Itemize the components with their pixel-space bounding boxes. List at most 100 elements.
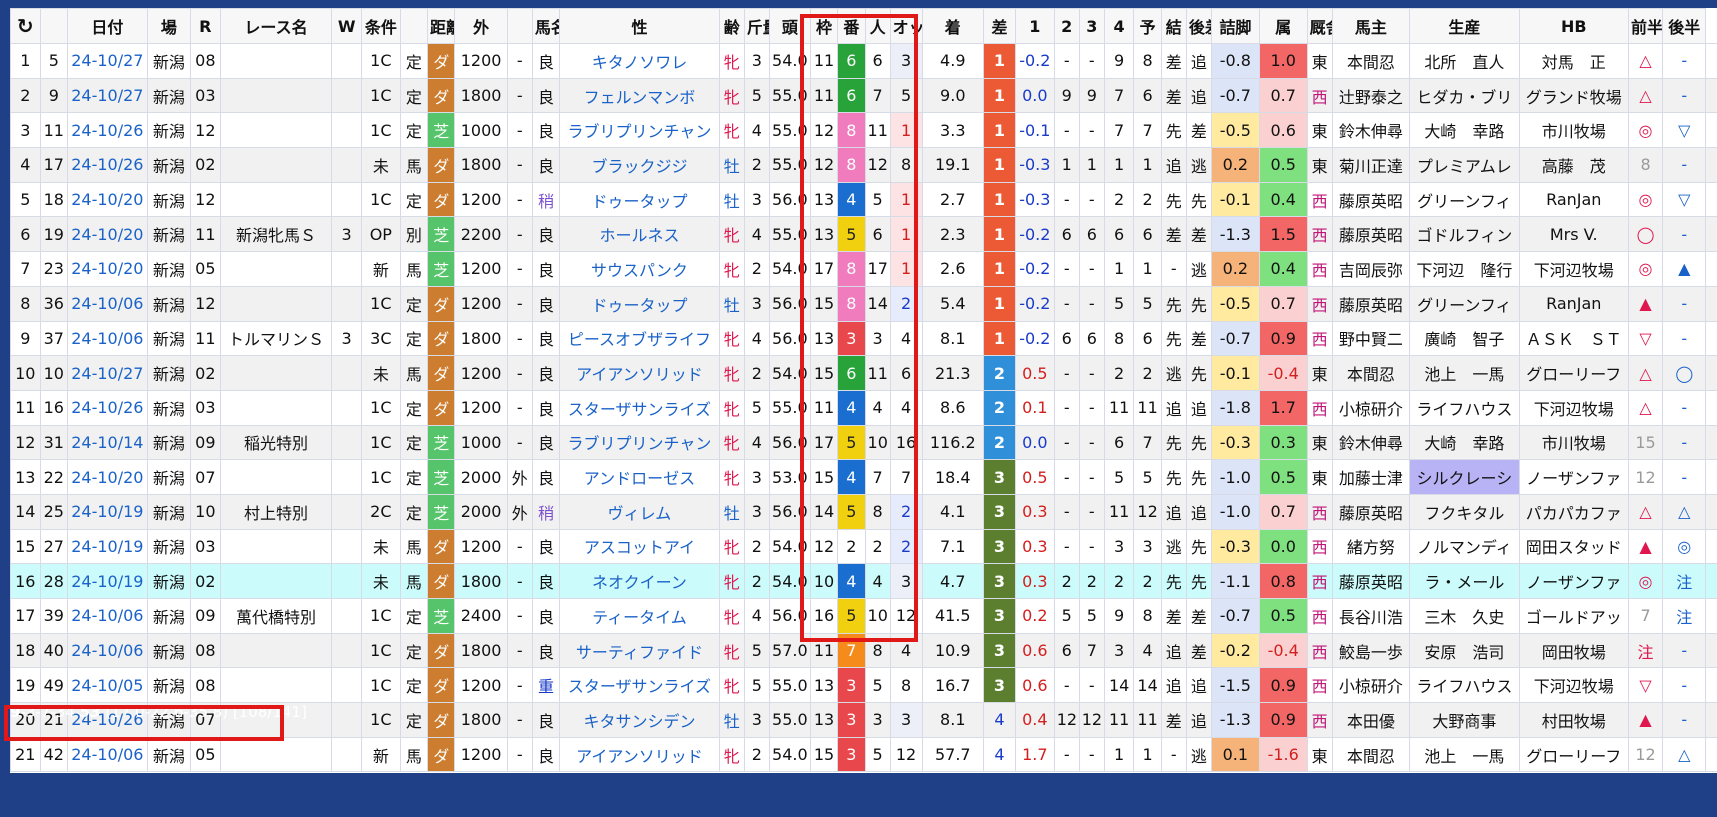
- header-pop: オッズ: [889, 8, 923, 44]
- table-row[interactable]: 19 49 24-10/05 新潟 08 1C 定ダ 1200- 重スターザサンライズ牝 5 55.…: [10, 667, 1717, 704]
- cell-horse[interactable]: ヴィレム: [559, 493, 720, 530]
- cell-result: 追: [1185, 389, 1212, 426]
- refresh-icon[interactable]: ↻: [10, 8, 41, 44]
- table-row[interactable]: 16 28 24-10/19 新潟 02 未馬ダ 1800- 良ネオクイーン牝 2 54.0 10 4…: [10, 563, 1717, 599]
- cell-date[interactable]: 24-10/26: [66, 389, 148, 426]
- cell-date[interactable]: 24-10/20: [66, 181, 148, 218]
- cell-c4: 3: [1133, 528, 1162, 565]
- highlight-status-box: [4, 705, 284, 741]
- cell-horse[interactable]: スターザサンライズ: [559, 389, 720, 426]
- table-row[interactable]: 8 36 24-10/06 新潟 12 1C 定ダ 1200- 良ドゥータップ牡 3 56.0 15 8…: [10, 285, 1717, 322]
- cell-region: 西: [1306, 667, 1333, 704]
- cell-date[interactable]: 24-10/06: [66, 320, 148, 357]
- cell-date[interactable]: 24-10/05: [66, 667, 148, 704]
- cell-result: 追: [1185, 702, 1212, 738]
- cell-date[interactable]: 24-10/20: [66, 251, 148, 287]
- cell-lag: -0.5: [1210, 285, 1260, 322]
- table-row[interactable]: 12 31 24-10/14 新潟 09 稲光特別 1C 定芝 1000- 良ラブリプリンチャン牝…: [10, 424, 1717, 461]
- cell-horse[interactable]: ドゥータップ: [559, 285, 720, 322]
- cell-date[interactable]: 24-10/26: [66, 112, 148, 149]
- cell-second-half: -: [1705, 424, 1717, 461]
- cell-owner: フクキタル: [1409, 493, 1520, 530]
- cell-result: 先: [1185, 181, 1212, 218]
- cell-surface: 芝: [427, 459, 456, 495]
- cell-outer: -: [506, 320, 533, 357]
- cell-horse[interactable]: ラブリプリンチャン: [559, 424, 720, 461]
- table-row[interactable]: 10 10 24-10/27 新潟 02 未馬ダ 1200- 良アイアンソリッド牝 2 54.0 1…: [10, 355, 1717, 391]
- cell-result: 追: [1185, 43, 1212, 79]
- cell-date[interactable]: 24-10/06: [66, 285, 148, 322]
- cell-ground: 良: [531, 632, 561, 669]
- table-row[interactable]: 17 39 24-10/06 新潟 09 萬代橋特別 1C 定芝 2400- 良ティータイム牝 4 5…: [10, 598, 1717, 634]
- cell-date[interactable]: 24-10/19: [66, 528, 148, 565]
- table-row[interactable]: 21 42 24-10/06 新潟 05 新馬ダ 1200- 良アイアンソリッド牝 2 54.0 1…: [10, 736, 1717, 773]
- cell-ground: 良: [531, 702, 561, 738]
- cell-owner: 北所 直人: [1409, 43, 1520, 79]
- table-row[interactable]: 1 5 24-10/27 新潟 08 1C 定ダ 1200- 良キタノソワレ牝 3 54.0 11 6 6…: [10, 43, 1717, 79]
- cell-date[interactable]: 24-10/06: [66, 736, 148, 773]
- cell-date[interactable]: 24-10/27: [66, 43, 148, 79]
- cell-c1: -: [1053, 112, 1080, 149]
- cell-date[interactable]: 24-10/14: [66, 424, 148, 461]
- table-row[interactable]: 4 17 24-10/26 新潟 02 未馬ダ 1800- 良ブラックジジ牡 2 55.0 12 8 1…: [10, 147, 1717, 183]
- cell-horse[interactable]: アンドローゼス: [559, 459, 720, 495]
- cell-race-num: 08: [190, 667, 221, 704]
- cell-pred: 差: [1160, 702, 1187, 738]
- cell-horse[interactable]: ネオクイーン: [559, 563, 720, 599]
- table-row[interactable]: 13 22 24-10/20 新潟 07 1C 定芝 2000 外良アンドローゼス牝 3 53.0 1…: [10, 459, 1717, 495]
- cell-c4: 4: [1133, 632, 1162, 669]
- header-race-name: レース名: [219, 8, 333, 44]
- table-row[interactable]: 14 25 24-10/19 新潟 10 村上特別 2C 定芝 2000 外稍ヴィレム牡 3 56.0…: [10, 493, 1717, 530]
- cell-margin: -0.2: [1014, 43, 1055, 79]
- cell-horse[interactable]: ピースオブザライフ: [559, 320, 720, 357]
- cell-date[interactable]: 24-10/06: [66, 598, 148, 634]
- cell-date[interactable]: 24-10/19: [66, 493, 148, 530]
- cell-date[interactable]: 24-10/26: [66, 147, 148, 183]
- cell-date[interactable]: 24-10/27: [66, 77, 148, 114]
- cell-horse[interactable]: アスコットアイ: [559, 528, 720, 565]
- table-row[interactable]: 9 37 24-10/06 新潟 11 トルマリンＳ 3 3C 定ダ 1800- 良ピースオブザライ…: [10, 320, 1717, 357]
- cell-horse[interactable]: ラブリプリンチャン: [559, 112, 720, 149]
- cell-horse[interactable]: ホールネス: [559, 216, 720, 253]
- cell-sex: 牡: [718, 147, 745, 183]
- header-weight: W: [331, 8, 362, 44]
- cell-date[interactable]: 24-10/06: [66, 632, 148, 669]
- cell-date[interactable]: 24-10/19: [66, 563, 148, 599]
- cell-date[interactable]: 24-10/20: [66, 216, 148, 253]
- cell-field: 11: [809, 43, 839, 79]
- cell-horse[interactable]: ティータイム: [559, 598, 720, 634]
- cell-c3: 2: [1103, 181, 1135, 218]
- table-row[interactable]: 6 19 24-10/20 新潟 11 新潟牝馬Ｓ 3 OP 別芝 2200- 良ホールネス牝 4 55…: [10, 216, 1717, 253]
- cell-horse[interactable]: キタサンシデン: [559, 702, 720, 738]
- cell-num: 10: [864, 424, 891, 461]
- cell-c1: 1: [1053, 147, 1080, 183]
- cell-owner: ライフハウス: [1409, 667, 1520, 704]
- cell-date[interactable]: 24-10/27: [66, 355, 148, 391]
- cell-horse[interactable]: アイアンソリッド: [559, 736, 720, 773]
- cell-surface: 芝: [427, 216, 456, 253]
- cell-distance: 1200: [454, 528, 508, 565]
- table-row[interactable]: 7 23 24-10/20 新潟 05 新馬芝 1200- 良サウスパンク牝 2 54.0 17 8 1…: [10, 251, 1717, 287]
- cell-horse[interactable]: キタノソワレ: [559, 43, 720, 79]
- cell-weight: 3: [331, 320, 362, 357]
- cell-c2: -: [1078, 493, 1105, 530]
- cell-pop: 2: [889, 493, 923, 530]
- cell-horse[interactable]: ブラックジジ: [559, 147, 720, 183]
- cell-horse[interactable]: ドゥータップ: [559, 181, 720, 218]
- cell-horse[interactable]: アイアンソリッド: [559, 355, 720, 391]
- cell-pred: 追: [1160, 632, 1187, 669]
- cell-date[interactable]: 24-10/20: [66, 459, 148, 495]
- table-row[interactable]: 18 40 24-10/06 新潟 08 1C 定ダ 1800- 良サーティファイド牝 5 57.0…: [10, 632, 1717, 669]
- cell-horse[interactable]: フェルンマンボ: [559, 77, 720, 114]
- cell-age: 2: [743, 528, 770, 565]
- cell-horse[interactable]: スターザサンライズ: [559, 667, 720, 704]
- table-row[interactable]: 15 27 24-10/19 新潟 03 未馬ダ 1200- 良アスコットアイ牝 2 54.0 12…: [10, 528, 1717, 565]
- table-row[interactable]: 5 18 24-10/20 新潟 12 1C 定ダ 1200- 稍ドゥータップ牡 3 56.0 13 4…: [10, 181, 1717, 218]
- table-row[interactable]: 3 11 24-10/26 新潟 12 1C 定芝 1000- 良ラブリプリンチャン牝 4 55.0…: [10, 112, 1717, 149]
- cell-ground: 稍: [531, 181, 561, 218]
- cell-horse[interactable]: サウスパンク: [559, 251, 720, 287]
- cell-horse[interactable]: サーティファイド: [559, 632, 720, 669]
- table-row[interactable]: 2 9 24-10/27 新潟 03 1C 定ダ 1800- 良フェルンマンボ牝 5 55.0 11 6…: [10, 77, 1717, 114]
- cell-gate: 5: [837, 598, 866, 634]
- table-row[interactable]: 11 16 24-10/26 新潟 03 1C 定ダ 1200- 良スターザサンライズ牝 5 55.…: [10, 389, 1717, 426]
